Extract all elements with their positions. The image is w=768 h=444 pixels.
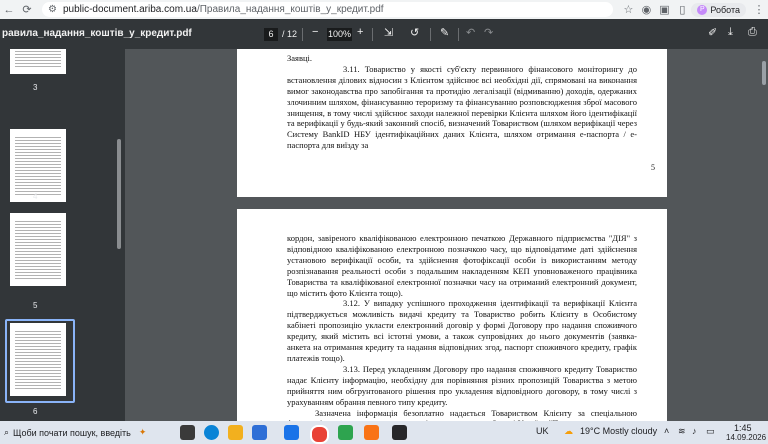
battery-icon[interactable]: ▭ xyxy=(706,426,715,437)
clause-3-13: 3.13. Перед укладенням Договору про нада… xyxy=(287,363,637,407)
profile-label: Робота xyxy=(710,4,740,15)
page-total: / 12 xyxy=(282,29,298,39)
task-view-icon[interactable] xyxy=(180,425,195,440)
thumbnail-page-4[interactable] xyxy=(10,129,66,202)
page-number: 5 xyxy=(651,163,655,172)
thumbnail-label: 6 xyxy=(33,407,38,416)
terminal-icon[interactable] xyxy=(392,425,407,440)
browser-toolbar: ← ⟳ ⚙ public-document.ariba.com.ua/Прави… xyxy=(0,0,768,19)
pdf-title: равила_надання_коштів_у_кредит.pdf xyxy=(2,28,192,39)
toolbar-divider xyxy=(458,28,459,41)
puzzle-icon[interactable]: ▣ xyxy=(655,3,673,16)
menu-dots-icon[interactable]: ⋮ xyxy=(750,3,768,16)
page-text: Заявці. xyxy=(287,53,312,63)
fit-page-icon[interactable]: ⇲ xyxy=(384,26,393,39)
file-explorer-icon[interactable] xyxy=(228,425,243,440)
page-number-input[interactable]: 6 xyxy=(264,28,278,41)
chrome-icon[interactable] xyxy=(310,425,329,444)
print-icon[interactable]: ⎙ xyxy=(748,26,757,39)
pdf-viewer: Заявці. 3.11. Товариство у якості суб'єк… xyxy=(125,49,768,421)
site-info-icon[interactable]: ⚙ xyxy=(48,4,57,15)
url-path: /Правила_надання_коштів_у_кредит.pdf xyxy=(196,4,384,15)
search-highlight-icon: ✦ xyxy=(138,427,147,437)
store-icon[interactable] xyxy=(252,425,267,440)
sidebar-scrollbar[interactable] xyxy=(117,139,121,249)
sidepanel-icon[interactable]: ▯ xyxy=(673,3,691,16)
weather-icon: ☁ xyxy=(564,426,573,436)
rotate-icon[interactable]: ↺ xyxy=(410,26,419,39)
extension-icon[interactable]: ◉ xyxy=(637,3,655,16)
pdf-page-6: кордон, завіреного кваліфікованою електр… xyxy=(237,209,667,421)
search-placeholder: Щоби почати пошук, введіть xyxy=(13,427,131,438)
clause-3-11-continued: кордон, завіреного кваліфікованою електр… xyxy=(287,233,637,298)
thumbnail-label: 4 xyxy=(33,192,38,201)
profile-avatar: Р xyxy=(697,4,708,15)
undo-icon[interactable]: ↶ xyxy=(466,26,475,39)
zoom-input[interactable]: 100% xyxy=(327,28,352,41)
search-icon: ⌕ xyxy=(4,427,10,437)
zoom-out-button[interactable]: − xyxy=(312,26,318,38)
download-icon[interactable]: ⤓ xyxy=(728,26,733,39)
clock-time[interactable]: 1:45 xyxy=(734,423,752,433)
pdf-toolbar: равила_надання_коштів_у_кредит.pdf 6 / 1… xyxy=(0,19,768,49)
address-bar[interactable]: ⚙ public-document.ariba.com.ua/Правила_н… xyxy=(42,2,614,17)
clock-date[interactable]: 14.09.2026 xyxy=(726,433,766,442)
taskbar-search[interactable]: ⌕ Щоби почати пошук, введіть ✦ xyxy=(0,421,174,444)
draw-icon[interactable]: ✎ xyxy=(440,26,449,39)
reload-icon[interactable]: ⟳ xyxy=(18,3,36,16)
thumbnail-page-6[interactable] xyxy=(10,323,66,396)
pdf-page-5: Заявці. 3.11. Товариство у якості суб'єк… xyxy=(237,49,667,197)
url-domain: public-document.ariba.com.ua xyxy=(62,4,197,15)
back-arrow-icon[interactable]: ← xyxy=(0,4,18,16)
vscode-icon[interactable] xyxy=(284,425,299,440)
thumbnail-label: 3 xyxy=(33,83,38,92)
thumbnail-label: 5 xyxy=(33,301,38,310)
wifi-icon[interactable]: ≋ xyxy=(678,426,686,437)
language-indicator[interactable]: UK xyxy=(536,426,549,436)
zoom-in-button[interactable]: + xyxy=(357,26,363,38)
volume-icon[interactable]: ♪ xyxy=(692,426,697,436)
app-icon[interactable] xyxy=(364,425,379,440)
profile-button[interactable]: Р Робота xyxy=(691,2,746,17)
clause-3-13-note: Зазначена інформація безоплатно надаєтьс… xyxy=(287,407,637,422)
annotate-icon[interactable]: ✐ xyxy=(708,26,717,39)
weather-text[interactable]: 19°C Mostly cloudy xyxy=(580,426,657,436)
redo-icon[interactable]: ↷ xyxy=(484,26,493,39)
toolbar-divider xyxy=(430,28,431,41)
windows-taskbar: ⌕ Щоби почати пошук, введіть ✦ UK ☁ 19°C… xyxy=(0,421,768,444)
clause-3-12: 3.12. У випадку успішного проходження ід… xyxy=(287,298,637,363)
viewer-scrollbar[interactable] xyxy=(762,61,766,85)
bookmark-star-icon[interactable]: ☆ xyxy=(619,3,637,16)
clause-3-11: 3.11. Товариство у якості суб'єкту перви… xyxy=(287,63,637,151)
toolbar-divider xyxy=(302,28,303,41)
tray-chevron-icon[interactable]: ˄ xyxy=(664,426,669,436)
thumbnail-page-3[interactable] xyxy=(10,49,66,74)
thumbnail-page-5[interactable] xyxy=(10,213,66,286)
edge-icon[interactable] xyxy=(204,425,219,440)
toolbar-divider xyxy=(372,28,373,41)
thumbnail-sidebar: 3 4 5 6 xyxy=(0,49,125,421)
chat-icon[interactable] xyxy=(338,425,353,440)
